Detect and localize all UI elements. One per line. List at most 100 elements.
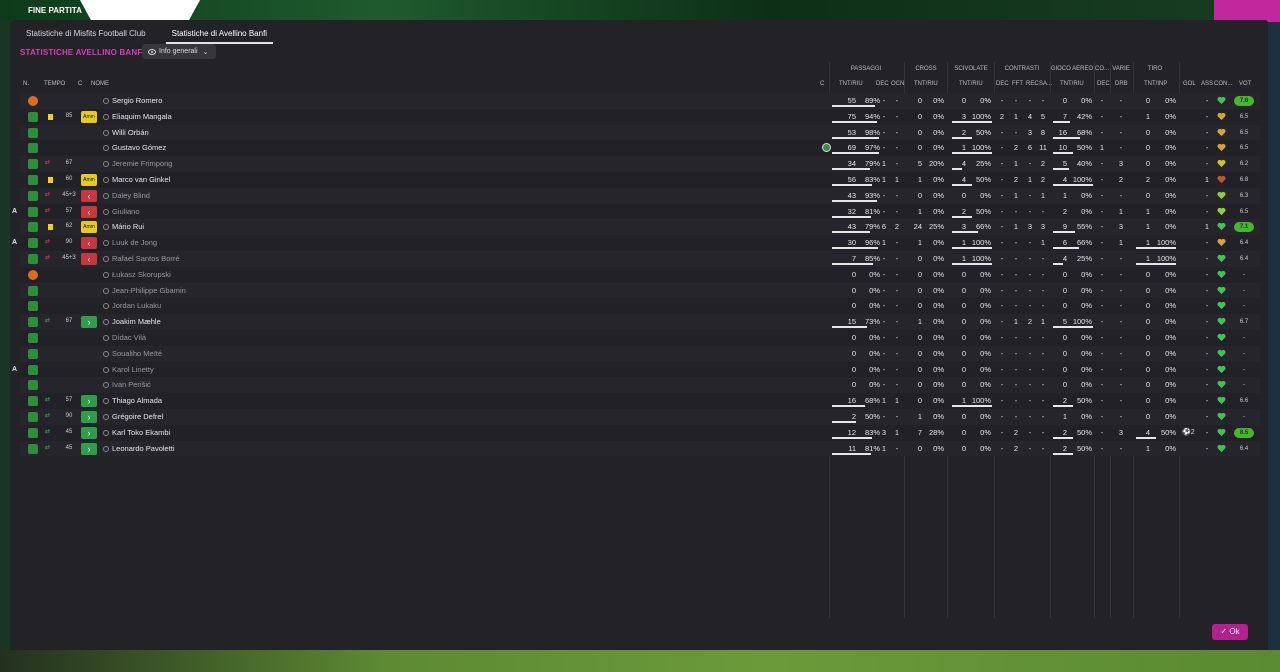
col-contr-dec[interactable]: DEC bbox=[996, 81, 1009, 87]
cross-attempted: 24 bbox=[913, 222, 922, 232]
cross-attempted: 0 bbox=[917, 111, 922, 121]
col-sciv-tnt[interactable]: TNT/RIU bbox=[959, 81, 983, 87]
contrasts-rec: - bbox=[1028, 285, 1032, 295]
player-name[interactable]: Soualiho Meïté bbox=[103, 346, 162, 362]
col-aereo-tnt[interactable]: TNT/RIU bbox=[1060, 81, 1084, 87]
assists: - bbox=[1205, 332, 1209, 342]
col-contr-rec[interactable]: REC bbox=[1026, 81, 1039, 87]
player-name[interactable]: Thiago Almada bbox=[103, 393, 162, 409]
player-name[interactable]: Grégoire Defrel bbox=[103, 409, 163, 425]
table-row[interactable]: ⇄ 57 › Thiago Almada 16 68% 1 1 0 0% 1 100% - - - -2 50%… bbox=[20, 393, 1260, 409]
col-pass-ocn[interactable]: OCN bbox=[891, 81, 904, 87]
table-row[interactable]: A ⇄ 57 ‹ Giuliano 32 81% - -1 0% 2 50% - - - -2 0% -1 1 0% -… bbox=[12, 203, 1260, 220]
table-row[interactable]: ⇄ 45+3 ‹ Daley Blind 43 93% - -0 0% 0 0% -1-1 1 0% - -0… bbox=[20, 187, 1260, 204]
player-name[interactable]: Mário Rui bbox=[103, 219, 144, 235]
player-name[interactable]: Gustavo Gómez bbox=[103, 140, 166, 156]
col-pass-dec[interactable]: DEC bbox=[876, 81, 889, 87]
player-name[interactable]: Joakim Mæhle bbox=[103, 314, 161, 330]
col-pass-tnt[interactable]: TNT/RIU bbox=[839, 81, 863, 87]
col-co-dec[interactable]: DEC bbox=[1097, 81, 1110, 87]
shirt-icon bbox=[28, 427, 38, 438]
tab-avellino-stats[interactable]: Statistiche di Avellino Banfi bbox=[165, 26, 274, 44]
passes-dec: - bbox=[882, 411, 886, 421]
player-name[interactable]: Leonardo Pavoletti bbox=[103, 441, 175, 457]
table-row[interactable]: ⇄ 67 › Joakim Mæhle 15 73% - -1 0% 0 0% -1 2 1 5 100% - -… bbox=[20, 314, 1260, 330]
subbed-on-badge: › bbox=[81, 316, 97, 329]
tackles-attempted: 0 bbox=[961, 96, 966, 105]
table-row[interactable]: ⇄ 45 › Leonardo Pavoletti 11 81% 1-0 0% 0 0% -2- -2… bbox=[20, 440, 1260, 457]
contrasts-sa: - bbox=[1041, 380, 1045, 390]
table-row[interactable]: Dídac Vilà 0 0% - -0 0% 0 0% - - - -0 0% - -0 0% - - bbox=[20, 329, 1260, 346]
top-right-button[interactable] bbox=[1214, 0, 1280, 22]
col-gol[interactable]: GOL bbox=[1183, 81, 1196, 87]
table-row[interactable]: Łukasz Skorupski 0 0% - -0 0% 0 0% - - - -0 0% - -0 0% -… bbox=[20, 266, 1260, 283]
subbed-on-badge: › bbox=[81, 410, 97, 423]
player-name[interactable]: Jeremie Frimpong bbox=[103, 156, 172, 172]
col-c2[interactable]: C bbox=[820, 81, 824, 87]
tab-misfits-stats[interactable]: Statistiche di Misfits Football Club bbox=[20, 26, 152, 44]
player-name[interactable]: Luuk de Jong bbox=[103, 235, 157, 251]
ok-button[interactable]: ✓ Ok bbox=[1212, 624, 1248, 640]
table-row[interactable]: ⇄ 90 › Grégoire Defrel 2 50% - -1 0% 0 0% - - - -1 0% - -… bbox=[20, 408, 1260, 425]
player-name[interactable]: Daley Blind bbox=[103, 188, 150, 204]
table-row[interactable]: Willi Orbán 53 98% - -0 0% 2 50% - -3 8 16 68% - -0 0% -… bbox=[20, 124, 1260, 141]
player-name[interactable]: Marco van Ginkel bbox=[103, 172, 170, 188]
player-name[interactable]: Ivan Perišić bbox=[103, 377, 151, 393]
table-row[interactable]: Jordan Lukaku 0 0% - -0 0% 0 0% - - - -0 0% - -0 0% - - bbox=[20, 298, 1260, 315]
col-n[interactable]: N. bbox=[23, 81, 29, 87]
table-row[interactable]: Gustavo Gómez 69 97% - -0 0% 1 100% -2 6 11 10 50% 1-… bbox=[20, 140, 1260, 157]
col-vot[interactable]: VOT bbox=[1239, 81, 1251, 87]
table-row[interactable]: Soualiho Meïté 0 0% - -0 0% 0 0% - - - -0 0% - -0 0% - - bbox=[20, 345, 1260, 362]
col-varie-drb[interactable]: DRB bbox=[1115, 81, 1128, 87]
table-row[interactable]: 62 Amm Mário Rui 43 79% 6 2 24 25% 3 66% -1 3 3 9 55% -3… bbox=[20, 219, 1260, 236]
table-row[interactable]: 60 Amm Marco van Ginkel 56 83% 1 1 1 0% 4 50% -2 1 2 4… bbox=[20, 171, 1260, 188]
shots-attempted: 0 bbox=[1145, 364, 1150, 374]
table-row[interactable]: Sergio Romero 55 89% - -0 0% 0 0% - - - -0 0% - -0 0% -7… bbox=[20, 93, 1260, 109]
heart-icon bbox=[1217, 270, 1226, 279]
contrasts-dec: - bbox=[1000, 253, 1004, 263]
table-row[interactable]: 85 Amm Eliaquim Mangala 75 94% - -0 0% 3 100% 2 1 4 5… bbox=[20, 108, 1260, 125]
player-name[interactable]: Eliaquim Mangala bbox=[103, 109, 172, 125]
col-cross-tnt[interactable]: TNT/RIU bbox=[914, 81, 938, 87]
table-row[interactable]: A Karol Linetty 0 0% - -0 0% 0 0% - - - -0 0% - -0 0% - - bbox=[12, 361, 1260, 378]
table-row[interactable]: Ivan Perišić 0 0% - -0 0% 0 0% - - - -0 0% - -0 0% - - bbox=[20, 377, 1260, 394]
minute-played: 90 bbox=[65, 239, 73, 246]
cross-pct: 28% bbox=[928, 427, 944, 437]
player-name[interactable]: Rafael Santos Borré bbox=[103, 251, 180, 267]
person-icon bbox=[103, 255, 109, 262]
player-name[interactable]: Łukasz Skorupski bbox=[103, 267, 171, 283]
player-name[interactable]: Karol Linetty bbox=[103, 362, 154, 378]
player-rating: 6.4 bbox=[1239, 240, 1249, 247]
passes-attempted: 0 bbox=[851, 301, 856, 311]
subbed-off-badge: ‹ bbox=[81, 189, 97, 202]
player-name[interactable]: Willi Orbán bbox=[103, 125, 149, 141]
player-name[interactable]: Jean-Philippe Gbamin bbox=[103, 283, 186, 299]
table-row[interactable]: ⇄ 67 Jeremie Frimpong 34 79% 1-5 20% 4 25% -1-2 5 4… bbox=[20, 156, 1260, 172]
col-ass[interactable]: ASS bbox=[1201, 81, 1213, 87]
passes-ocn: 1 bbox=[894, 174, 900, 184]
passes-dec: - bbox=[882, 127, 886, 137]
col-contr-fft[interactable]: FFT bbox=[1012, 81, 1023, 87]
aerial-attempted: 0 bbox=[1062, 332, 1067, 342]
passes-pct: 50% bbox=[864, 411, 880, 421]
passes-ocn: - bbox=[895, 301, 899, 311]
player-name[interactable]: Dídac Vilà bbox=[103, 330, 146, 346]
table-row[interactable]: ⇄ 45 › Karl Toko Ekambi 12 83% 3 1 7 28% 0 0% -2- -2 5… bbox=[20, 424, 1260, 441]
player-name[interactable]: Karl Toko Ekambi bbox=[103, 425, 170, 441]
player-name[interactable]: Sergio Romero bbox=[103, 93, 162, 109]
col-c[interactable]: C bbox=[78, 81, 82, 87]
col-con[interactable]: CON... bbox=[1214, 81, 1232, 87]
player-name[interactable]: Jordan Lukaku bbox=[103, 298, 161, 314]
col-tempo[interactable]: TEMPO bbox=[44, 81, 65, 87]
view-dropdown[interactable]: Info generali ⌄ bbox=[142, 44, 216, 59]
table-row[interactable]: ⇄ 45+3 ‹ Rafael Santos Borré 7 85% - -0 0% 1 100% -… bbox=[20, 250, 1260, 267]
table-row[interactable]: A ⇄ 90 ‹ Luuk de Jong 30 96% 1-1 0% 1 100% - - -1 6 66%… bbox=[12, 235, 1260, 251]
col-nome[interactable]: NOME bbox=[91, 81, 109, 87]
player-name-text: Jeremie Frimpong bbox=[112, 159, 173, 169]
table-row[interactable]: Jean-Philippe Gbamin 0 0% - -0 0% 0 0% - - - -0 0% - -… bbox=[20, 282, 1260, 299]
aerial-pct: 0% bbox=[1081, 269, 1092, 279]
player-name[interactable]: Giuliano bbox=[103, 204, 140, 220]
col-tiro-tnt[interactable]: TNT/INP bbox=[1144, 81, 1167, 87]
col-contr-sa[interactable]: SA... bbox=[1039, 81, 1052, 87]
shirt-icon bbox=[28, 222, 38, 233]
